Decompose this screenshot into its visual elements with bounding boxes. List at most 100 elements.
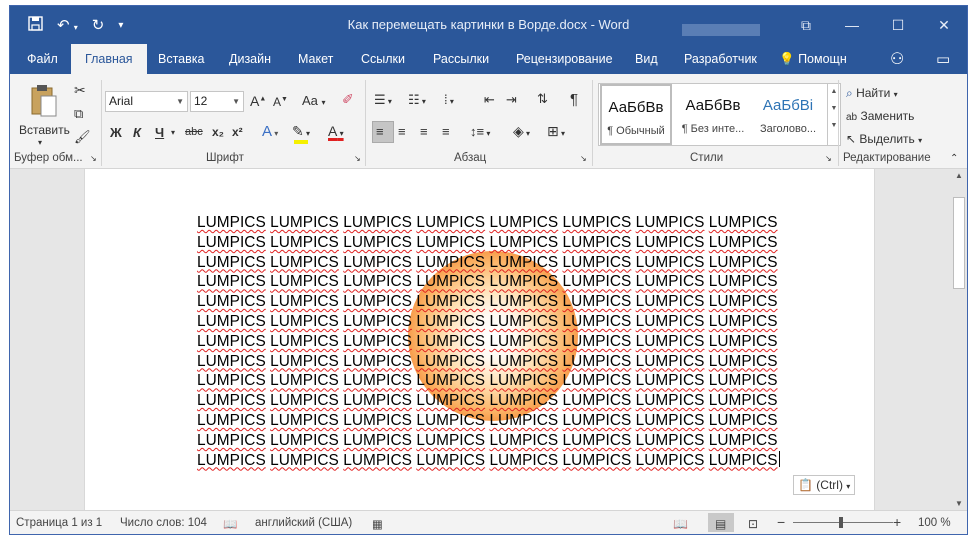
tab-design[interactable]: Дизайн (229, 44, 271, 74)
style-no-spacing[interactable]: АаБбВв ¶ Без инте... (677, 84, 749, 145)
font-launcher-icon[interactable]: ↘ (354, 154, 361, 163)
strikethrough-button[interactable]: abc (185, 126, 203, 138)
clear-formatting-icon[interactable]: ✐ (342, 91, 354, 108)
tab-developer[interactable]: Разработчик (684, 44, 757, 74)
tell-me-box[interactable]: 💡 Помощн (779, 44, 847, 74)
font-size-combo[interactable]: 12 ▼ (190, 91, 244, 112)
share-user-icon[interactable]: ⚇ (890, 44, 904, 74)
highlight-color-icon[interactable]: ✎ ▾ (292, 123, 310, 140)
borders-icon[interactable]: ⊞ ▾ (547, 123, 565, 140)
paste-dropdown-icon[interactable]: ▾ (38, 138, 42, 147)
document-line[interactable]: LUMPICS LUMPICS LUMPICS LUMPICS LUMPICS … (197, 292, 837, 312)
document-line[interactable]: LUMPICS LUMPICS LUMPICS LUMPICS LUMPICS … (197, 411, 837, 431)
document-page[interactable]: LUMPICS LUMPICS LUMPICS LUMPICS LUMPICS … (84, 169, 875, 510)
align-center-icon[interactable]: ≡ (398, 124, 406, 139)
scroll-down-icon[interactable]: ▼ (951, 499, 967, 508)
underline-dropdown-icon[interactable]: ▾ (171, 128, 175, 137)
macro-recording-icon[interactable]: ▦ (372, 517, 383, 531)
document-line[interactable]: LUMPICS LUMPICS LUMPICS LUMPICS LUMPICS … (197, 371, 837, 391)
document-word: LUMPICS (708, 352, 778, 370)
replace-button[interactable]: ab Заменить (846, 109, 914, 123)
paste-icon[interactable] (30, 84, 58, 121)
justify-icon[interactable]: ≡ (442, 124, 450, 139)
font-color-icon[interactable]: A ▾ (328, 123, 344, 139)
font-name-combo[interactable]: Arial ▼ (105, 91, 188, 112)
bullets-icon[interactable]: ☰ ▾ (374, 92, 392, 108)
increase-indent-icon[interactable]: ⇥ (506, 92, 517, 108)
italic-button[interactable]: К (133, 125, 141, 140)
read-mode-icon[interactable]: 📖 (673, 517, 688, 531)
text-effects-icon[interactable]: A ▾ (262, 123, 278, 140)
document-line[interactable]: LUMPICS LUMPICS LUMPICS LUMPICS LUMPICS … (197, 450, 837, 471)
vertical-scrollbar[interactable]: ▲ ▼ (951, 169, 967, 510)
sort-icon[interactable]: ⇅ (537, 91, 548, 107)
styles-gallery-scroll[interactable]: ▲ ▼ ▼ (828, 83, 841, 146)
proofing-icon[interactable]: 📖 (223, 517, 237, 531)
shrink-font-button[interactable]: A▼ (273, 95, 288, 109)
scrollbar-thumb[interactable] (953, 197, 965, 289)
tab-mailings[interactable]: Рассылки (433, 44, 489, 74)
document-word: LUMPICS (562, 431, 632, 449)
zoom-level[interactable]: 100 % (918, 517, 951, 529)
document-line[interactable]: LUMPICS LUMPICS LUMPICS LUMPICS LUMPICS … (197, 431, 837, 451)
zoom-slider-track[interactable] (793, 522, 893, 523)
document-line[interactable]: LUMPICS LUMPICS LUMPICS LUMPICS LUMPICS … (197, 352, 837, 372)
paste-options-button[interactable]: 📋 (Ctrl) ▾ (793, 475, 855, 495)
zoom-out-icon[interactable]: − (777, 514, 785, 530)
align-right-icon[interactable]: ≡ (420, 124, 428, 139)
zoom-in-icon[interactable]: + (893, 514, 901, 530)
style-normal[interactable]: АаБбВв ¶ Обычный (600, 84, 672, 145)
comments-icon[interactable]: ▭ (936, 44, 950, 74)
document-line[interactable]: LUMPICS LUMPICS LUMPICS LUMPICS LUMPICS … (197, 233, 837, 253)
bold-button[interactable]: Ж (110, 125, 122, 140)
tab-view[interactable]: Вид (635, 44, 658, 74)
show-marks-button[interactable]: ¶ (570, 91, 578, 108)
collapse-ribbon-icon[interactable]: ⌃ (950, 153, 958, 164)
web-layout-icon[interactable]: ⊡ (748, 517, 758, 531)
styles-launcher-icon[interactable]: ↘ (825, 154, 832, 163)
scroll-up-icon[interactable]: ▲ (951, 171, 967, 180)
superscript-button[interactable]: x² (232, 125, 243, 139)
clipboard-launcher-icon[interactable]: ↘ (90, 154, 97, 163)
maximize-icon[interactable]: ☐ (875, 17, 921, 34)
document-line[interactable]: LUMPICS LUMPICS LUMPICS LUMPICS LUMPICS … (197, 213, 837, 233)
document-line[interactable]: LUMPICS LUMPICS LUMPICS LUMPICS LUMPICS … (197, 332, 837, 352)
document-line[interactable]: LUMPICS LUMPICS LUMPICS LUMPICS LUMPICS … (197, 253, 837, 273)
page-count[interactable]: Страница 1 из 1 (16, 517, 102, 529)
document-word: LUMPICS (635, 293, 705, 311)
paragraph-launcher-icon[interactable]: ↘ (580, 154, 587, 163)
zoom-slider-thumb[interactable] (839, 517, 843, 528)
shading-icon[interactable]: ◈ ▾ (513, 123, 530, 140)
subscript-button[interactable]: x₂ (212, 125, 224, 139)
minimize-icon[interactable]: — (829, 17, 875, 33)
tab-review[interactable]: Рецензирование (516, 44, 613, 74)
format-painter-icon[interactable]: 🖌 (74, 129, 91, 145)
paste-button-label[interactable]: Вставить (19, 123, 70, 137)
change-case-button[interactable]: Aa ▾ (302, 93, 326, 108)
decrease-indent-icon[interactable]: ⇤ (484, 92, 495, 108)
word-count[interactable]: Число слов: 104 (120, 517, 207, 529)
cut-icon[interactable]: ✂ (74, 82, 86, 99)
grow-font-button[interactable]: A▲ (250, 93, 266, 109)
close-icon[interactable]: ✕ (921, 17, 967, 34)
document-line[interactable]: LUMPICS LUMPICS LUMPICS LUMPICS LUMPICS … (197, 391, 837, 411)
numbering-icon[interactable]: ☷ ▾ (408, 92, 426, 108)
tab-home[interactable]: Главная (71, 44, 147, 74)
copy-icon[interactable]: ⧉ (74, 106, 83, 122)
style-heading-1[interactable]: АаБбВі Заголово... (752, 84, 824, 145)
language-indicator[interactable]: английский (США) (255, 517, 352, 529)
restore-ribbon-icon[interactable]: ⧉ (783, 17, 829, 34)
select-button[interactable]: ↖ Выделить ▾ (846, 132, 922, 146)
document-line[interactable]: LUMPICS LUMPICS LUMPICS LUMPICS LUMPICS … (197, 272, 837, 292)
document-line[interactable]: LUMPICS LUMPICS LUMPICS LUMPICS LUMPICS … (197, 312, 837, 332)
tab-layout[interactable]: Макет (298, 44, 333, 74)
underline-button[interactable]: Ч (155, 125, 164, 140)
find-button[interactable]: ⌕ Найти ▾ (846, 86, 898, 101)
multilevel-list-icon[interactable]: ⁞ ▾ (444, 92, 454, 107)
tab-references[interactable]: Ссылки (361, 44, 405, 74)
chevron-down-icon: ▼ (232, 97, 240, 106)
tab-insert[interactable]: Вставка (158, 44, 204, 74)
line-spacing-icon[interactable]: ↕≡ ▾ (470, 124, 490, 139)
document-text[interactable]: LUMPICS LUMPICS LUMPICS LUMPICS LUMPICS … (197, 213, 837, 470)
tab-file[interactable]: Файл (27, 44, 58, 74)
